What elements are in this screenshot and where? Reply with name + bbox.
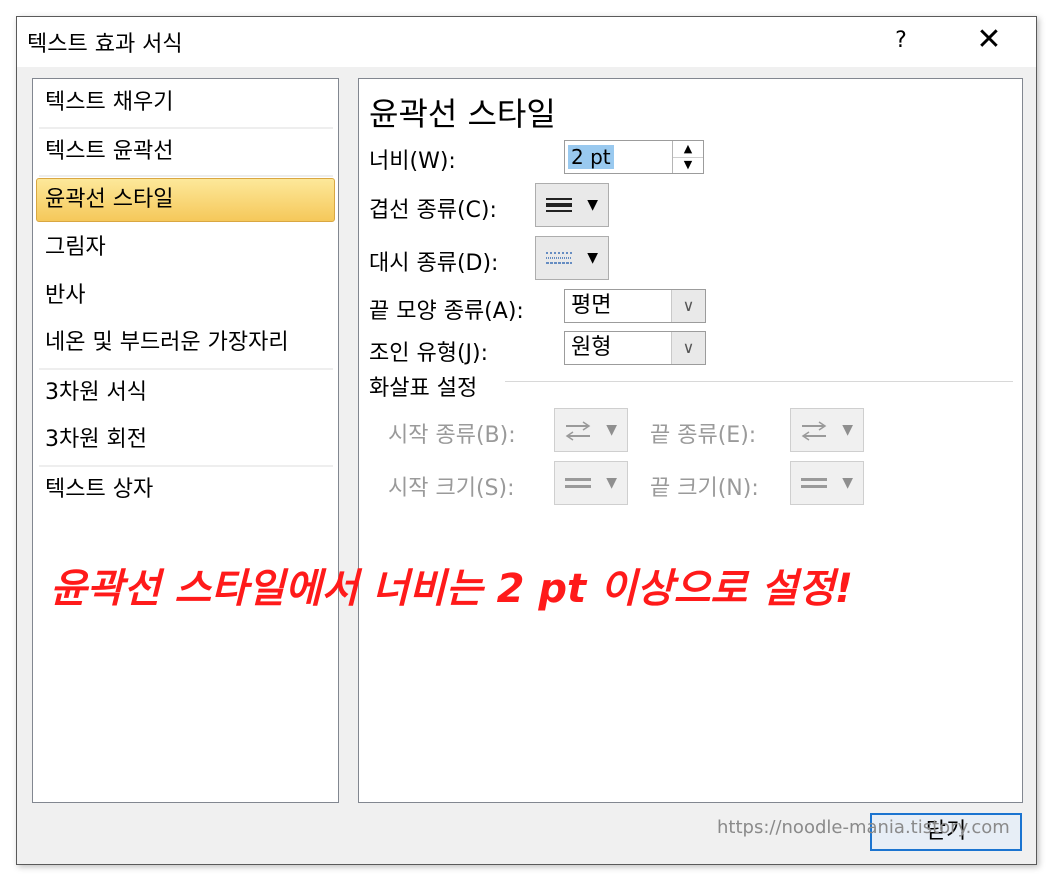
line-size-icon: [801, 478, 827, 488]
spin-down-icon[interactable]: ▼: [673, 157, 703, 173]
chevron-down-icon: ▼: [606, 475, 617, 491]
nav-item-text-box[interactable]: 텍스트 상자: [36, 468, 335, 512]
nav-item-glow-soft-edges[interactable]: 네온 및 부드러운 가장자리: [36, 321, 335, 365]
chevron-down-icon: ▼: [587, 250, 598, 266]
nav-item-shadow[interactable]: 그림자: [36, 226, 335, 270]
cap-type-select[interactable]: 평면 ∨: [564, 289, 706, 323]
divider: [505, 381, 1013, 382]
chevron-down-icon[interactable]: ∨: [671, 332, 705, 364]
width-label: 너비(W):: [369, 149, 456, 174]
chevron-down-icon: ▼: [842, 422, 853, 438]
divider: [39, 127, 333, 129]
begin-type-dropdown[interactable]: ▼: [554, 408, 628, 452]
join-type-value: 원형: [571, 335, 612, 360]
title-bar: 텍스트 효과 서식 ? ✕: [17, 17, 1036, 67]
chevron-down-icon: ▼: [606, 422, 617, 438]
cap-type-value: 평면: [571, 293, 612, 318]
nav-item-reflection[interactable]: 반사: [36, 274, 335, 318]
dash-line-icon: [546, 252, 572, 264]
arrow-settings-heading: 화살표 설정: [369, 376, 478, 401]
join-type-select[interactable]: 원형 ∨: [564, 331, 706, 365]
options-panel: 윤곽선 스타일 너비(W): 2 pt ▲ ▼ 겹선 종류(C): ▼ 대시 종…: [358, 78, 1023, 803]
dialog-title: 텍스트 효과 서식: [27, 32, 183, 57]
cap-type-label: 끝 모양 종류(A):: [369, 299, 524, 324]
spin-up-icon[interactable]: ▲: [673, 141, 703, 158]
end-size-label: 끝 크기(N):: [650, 476, 759, 501]
end-type-dropdown[interactable]: ▼: [790, 408, 864, 452]
divider: [39, 175, 333, 177]
nav-item-text-outline[interactable]: 텍스트 윤곽선: [36, 130, 335, 174]
chevron-down-icon[interactable]: ∨: [671, 290, 705, 322]
compound-type-dropdown[interactable]: ▼: [535, 183, 609, 227]
nav-item-outline-style[interactable]: 윤곽선 스타일: [36, 178, 335, 222]
divider: [39, 465, 333, 467]
width-value[interactable]: 2 pt: [568, 145, 614, 169]
nav-item-3d-format[interactable]: 3차원 서식: [36, 371, 335, 415]
watermark-url: https://noodle-mania.tistory.com: [717, 817, 1010, 838]
compound-type-label: 겹선 종류(C):: [369, 198, 497, 223]
format-text-effects-dialog: 텍스트 효과 서식 ? ✕ 텍스트 채우기 텍스트 윤곽선 윤곽선 스타일 그림…: [16, 16, 1037, 865]
nav-item-3d-rotation[interactable]: 3차원 회전: [36, 418, 335, 462]
section-heading: 윤곽선 스타일: [369, 95, 556, 133]
compound-line-icon: [546, 198, 572, 212]
width-spinner[interactable]: 2 pt ▲ ▼: [564, 140, 704, 174]
chevron-down-icon: ▼: [587, 197, 598, 213]
nav-item-text-fill[interactable]: 텍스트 채우기: [36, 81, 335, 125]
dash-type-dropdown[interactable]: ▼: [535, 236, 609, 280]
begin-size-label: 시작 크기(S):: [388, 476, 515, 501]
close-icon[interactable]: ✕: [967, 23, 1011, 59]
arrow-swap-icon: [801, 421, 827, 441]
help-button[interactable]: ?: [885, 23, 917, 59]
join-type-label: 조인 유형(J):: [369, 341, 489, 366]
arrow-swap-icon: [565, 421, 591, 441]
divider: [39, 368, 333, 370]
annotation-text: 윤곽선 스타일에서 너비는 2 pt 이상으로 설정!: [50, 566, 853, 612]
line-size-icon: [565, 478, 591, 488]
chevron-down-icon: ▼: [842, 475, 853, 491]
end-size-dropdown[interactable]: ▼: [790, 461, 864, 505]
begin-type-label: 시작 종류(B):: [388, 423, 516, 448]
begin-size-dropdown[interactable]: ▼: [554, 461, 628, 505]
category-list: 텍스트 채우기 텍스트 윤곽선 윤곽선 스타일 그림자 반사 네온 및 부드러운…: [32, 78, 339, 803]
dash-type-label: 대시 종류(D):: [369, 251, 499, 276]
end-type-label: 끝 종류(E):: [650, 423, 757, 448]
spinner-buttons: ▲ ▼: [672, 141, 703, 173]
